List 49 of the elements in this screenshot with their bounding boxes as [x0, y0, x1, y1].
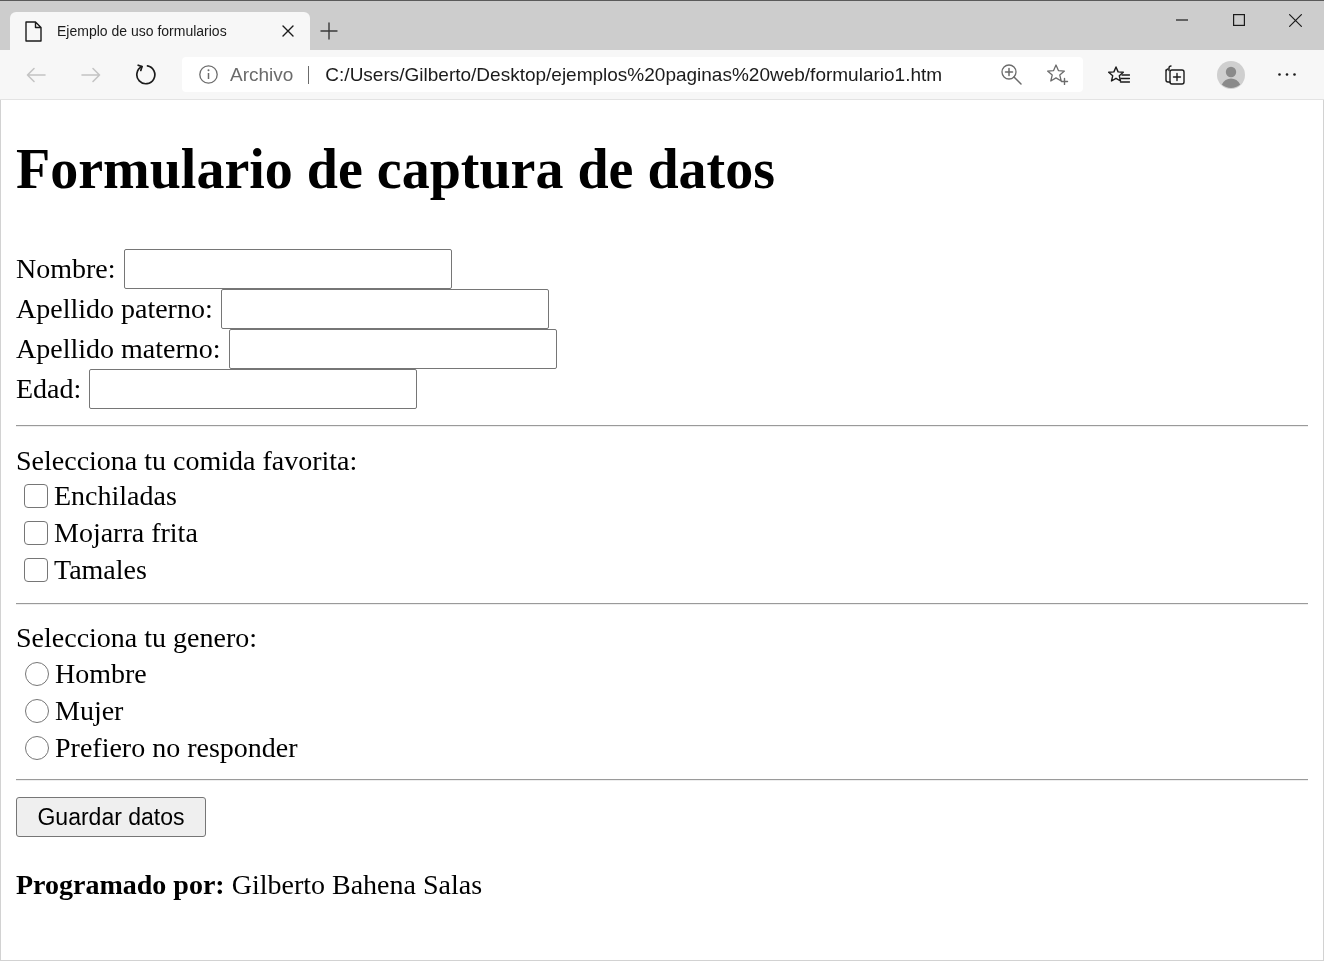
minimize-icon: [1175, 19, 1188, 21]
tab-title: Ejemplo de uso formularios: [57, 23, 228, 39]
option-label: Hombre: [55, 657, 147, 690]
plus-icon: [320, 22, 338, 40]
save-button[interactable]: Guardar datos: [16, 797, 206, 837]
more-icon: [1278, 73, 1296, 76]
star-plus-icon: [1047, 64, 1069, 85]
radio-button[interactable]: [25, 735, 49, 760]
zoom-button[interactable]: [1001, 64, 1022, 85]
field-label: Apellido paterno:: [16, 293, 213, 325]
option-label: Tamales: [54, 553, 147, 586]
option-label: Prefiero no responder: [55, 731, 298, 764]
credit-text: Programado por: Gilberto Bahena Salas: [16, 869, 484, 901]
input-field[interactable]: [220, 289, 549, 329]
browser-tab[interactable]: Ejemplo de uso formularios: [10, 12, 310, 50]
option-label: Mojarra frita: [54, 516, 198, 549]
page-heading: Formulario de captura de datos: [16, 137, 777, 201]
url-text: C:/Users/Gilberto/Desktop/ejemplos%20paginas%20web/formulario1.htm: [325, 63, 943, 86]
maximize-icon: [1232, 14, 1245, 26]
favorite-button[interactable]: [1047, 64, 1069, 85]
page-icon: [25, 20, 42, 42]
close-tab-button[interactable]: [280, 23, 296, 39]
input-field[interactable]: [89, 369, 418, 409]
radio-button[interactable]: [25, 661, 49, 686]
input-field[interactable]: [123, 249, 452, 289]
star-list-icon: [1108, 65, 1130, 84]
question-text: Selecciona tu comida favorita:: [16, 445, 359, 477]
checkbox[interactable]: [24, 520, 48, 545]
field-label: Nombre:: [16, 253, 116, 285]
question-text: Selecciona tu genero:: [16, 622, 258, 654]
option-label: Mujer: [55, 694, 124, 727]
radio-button[interactable]: [25, 698, 49, 723]
security-label: Archivo: [230, 63, 294, 86]
option-label: Enchiladas: [54, 479, 177, 512]
field-label: Edad:: [16, 373, 82, 405]
reload-icon: [135, 64, 156, 85]
arrow-left-icon: [25, 66, 46, 83]
input-field[interactable]: [228, 329, 557, 369]
close-icon: [282, 25, 294, 37]
collections-icon: [1165, 64, 1185, 85]
info-icon: [199, 65, 218, 84]
close-icon: [1289, 13, 1302, 27]
field-label: Apellido materno:: [16, 333, 221, 365]
checkbox[interactable]: [24, 557, 48, 582]
avatar-icon: [1217, 60, 1245, 89]
zoom-in-icon: [1001, 64, 1022, 85]
address-bar[interactable]: Archivo C:/Users/Gilberto/Desktop/ejemplos%20paginas%20web/formulario1.htm: [182, 57, 1083, 92]
arrow-right-icon: [80, 66, 101, 83]
checkbox[interactable]: [24, 483, 48, 508]
